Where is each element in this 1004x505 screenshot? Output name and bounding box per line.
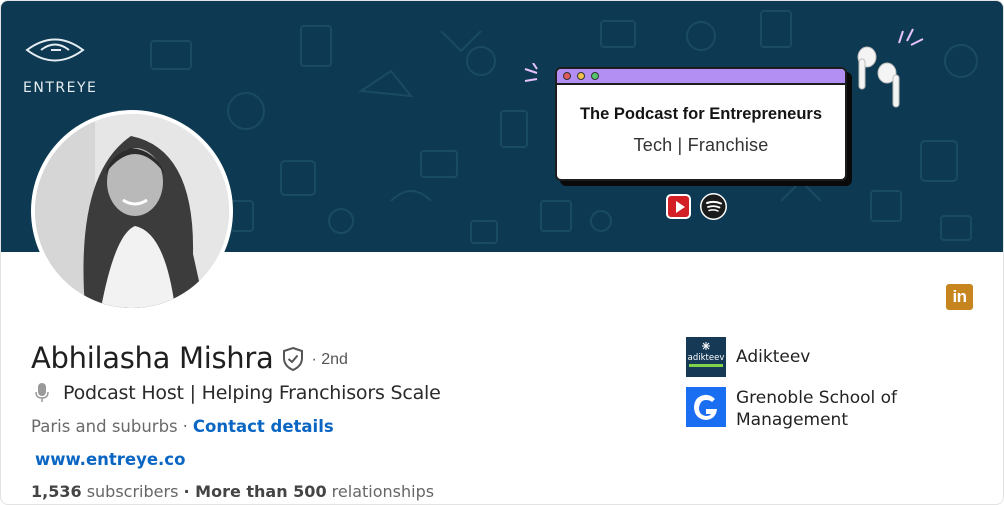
podcast-subtitle: Tech | Franchise [633, 135, 769, 155]
youtube-icon [666, 194, 691, 219]
connections-label[interactable]: relationships [332, 482, 434, 501]
company-name: Grenoble School of Management [736, 388, 898, 430]
subscribers-label[interactable]: subscribers [87, 482, 179, 501]
adikteev-star-icon [702, 342, 710, 350]
company-item-grenoble[interactable]: Grenoble School of Management [686, 387, 906, 431]
company-name: Adikteev [736, 347, 811, 367]
window-maximize-dot [591, 72, 599, 80]
window-close-dot [563, 72, 571, 80]
profile-location: Paris and suburbs [31, 417, 178, 436]
contact-details-link[interactable]: Contact details [193, 417, 334, 436]
company-item-adikteev[interactable]: adikteev Adikteev [686, 337, 906, 377]
subscribers-count: 1,536 [31, 482, 82, 501]
podcast-window: The Podcast for Entrepreneurs Tech | Fra… [555, 67, 847, 181]
window-minimize-dot [577, 72, 585, 80]
podcast-title: The Podcast for Entrepreneurs [579, 105, 823, 123]
profile-card: ENTREYE The Podcast for Entrepreneurs Te… [0, 0, 1004, 505]
spark-icon [524, 63, 538, 82]
profile-name-row: Abhilasha Mishra · 2nd [31, 341, 348, 375]
spotify-icon [700, 193, 727, 220]
eye-logo-icon [25, 38, 85, 62]
adikteev-logo-bar [689, 364, 723, 367]
headline-row: Podcast Host | Helping Franchisors Scale [35, 382, 441, 404]
location-row: Paris and suburbs · Contact details [31, 417, 334, 436]
grenoble-logo [686, 387, 726, 427]
brand-name: ENTREYE [23, 80, 98, 96]
profile-photo [35, 114, 229, 308]
adikteev-logo-text: adikteev [687, 353, 725, 363]
brand-block: ENTREYE [23, 33, 113, 96]
connection-degree: · 2nd [311, 351, 348, 368]
profile-avatar[interactable] [31, 110, 233, 312]
adikteev-logo: adikteev [686, 337, 726, 377]
separator: · [182, 417, 188, 436]
connections-count: · More than 500 [183, 482, 327, 501]
earbuds-icon [857, 46, 900, 108]
profile-name: Abhilasha Mishra [31, 341, 274, 375]
profile-stats: 1,536 subscribers · More than 500 relati… [31, 482, 434, 501]
window-title-bar [557, 69, 845, 85]
verified-shield-icon[interactable] [281, 346, 305, 372]
website-link[interactable]: www.entreye.co [35, 450, 185, 469]
microphone-icon [35, 383, 49, 402]
linkedin-icon[interactable]: in [946, 284, 973, 310]
profile-headline: Podcast Host | Helping Franchisors Scale [63, 382, 441, 404]
